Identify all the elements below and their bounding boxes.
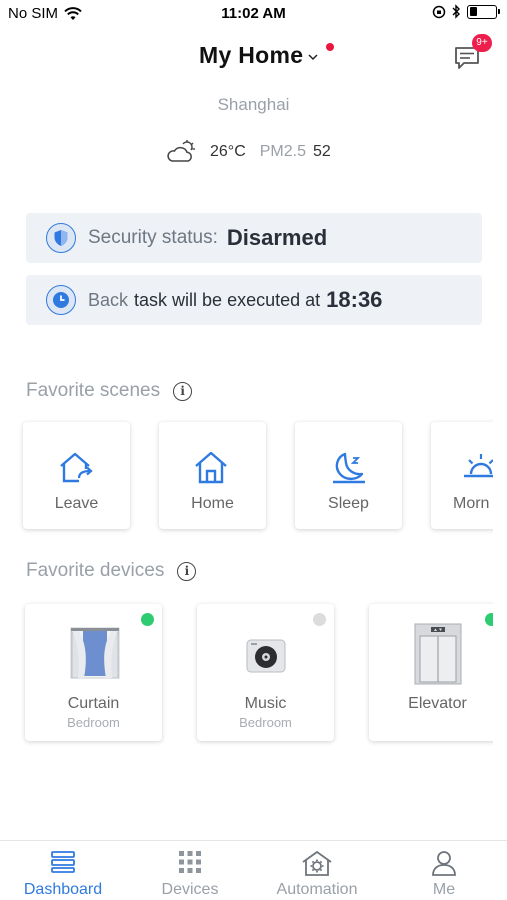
device-name: Elevator	[408, 695, 467, 712]
unread-badge: 9+	[472, 34, 492, 52]
scene-card-morning[interactable]: Morn	[431, 422, 493, 529]
device-room: Bedroom	[67, 715, 120, 730]
info-icon[interactable]: i	[173, 381, 193, 401]
shield-icon	[46, 223, 76, 253]
scene-card-sleep[interactable]: Sleep	[295, 422, 402, 529]
battery-icon	[467, 4, 500, 19]
devices-carousel[interactable]: Curtain Bedroom Music Bedroom Elevator	[0, 596, 493, 752]
sunrise-icon	[464, 454, 493, 478]
tab-dashboard[interactable]: Dashboard	[0, 841, 126, 900]
task-description: task will be executed at	[134, 289, 321, 310]
curtain-icon	[70, 627, 120, 679]
tab-label: Dashboard	[23, 881, 103, 898]
status-dot	[485, 613, 493, 626]
device-room: Bedroom	[239, 715, 292, 730]
home-selector[interactable]: My Home	[199, 42, 318, 69]
favorite-scenes-header: Favorite scenes i	[26, 380, 193, 402]
grid-icon	[179, 851, 201, 873]
dashboard-icon	[51, 851, 75, 873]
home-title: My Home	[199, 42, 304, 68]
task-time: 18:36	[326, 287, 383, 312]
elevator-icon	[414, 623, 462, 685]
moon-icon	[333, 452, 365, 484]
task-mode: Back	[88, 289, 129, 310]
weather-row: 26°C PM2.5 52	[166, 139, 331, 165]
security-status-card[interactable]: Security status: Disarmed	[26, 213, 482, 263]
city-label: Shanghai	[217, 95, 290, 114]
pm-value: 52	[313, 143, 331, 160]
tab-label: Automation	[276, 881, 358, 898]
user-icon	[432, 851, 456, 876]
scene-card-leave[interactable]: Leave	[23, 422, 130, 529]
tab-me[interactable]: Me	[381, 841, 507, 900]
status-dot	[313, 613, 326, 626]
music-player-icon	[246, 639, 286, 673]
scene-label: Sleep	[328, 495, 369, 512]
clock: 11:02 AM	[221, 5, 286, 22]
device-card-curtain[interactable]: Curtain Bedroom	[25, 604, 162, 741]
security-label: Security status:	[88, 227, 218, 248]
status-icons	[432, 4, 500, 19]
tab-bar: Dashboard Devices Automation Me	[0, 840, 507, 900]
messages-button[interactable]: 9+	[452, 34, 492, 74]
scene-label: Morn	[453, 495, 490, 512]
tab-devices[interactable]: Devices	[127, 841, 253, 900]
orientation-lock-icon	[432, 5, 446, 18]
status-dot	[141, 613, 154, 626]
pm-label: PM2.5	[259, 143, 306, 160]
temperature: 26°C	[210, 143, 246, 160]
info-icon[interactable]: i	[177, 561, 197, 581]
partly-cloudy-icon	[167, 140, 195, 162]
device-name: Music	[244, 695, 287, 712]
device-card-music[interactable]: Music Bedroom	[197, 604, 334, 741]
header: My Home 9+	[0, 34, 507, 78]
status-bar: No SIM 11:02 AM	[0, 0, 507, 28]
device-card-elevator[interactable]: Elevator	[369, 604, 493, 741]
device-name: Curtain	[67, 695, 120, 712]
scheduled-task-card[interactable]: Back task will be executed at 18:36	[26, 275, 482, 325]
favorite-devices-header: Favorite devices i	[26, 560, 197, 582]
favorite-scenes-title: Favorite scenes	[26, 380, 161, 401]
tab-label: Devices	[161, 881, 219, 898]
security-value: Disarmed	[226, 225, 328, 250]
notification-dot	[326, 43, 334, 51]
bluetooth-icon	[452, 4, 460, 19]
chevron-down-icon	[308, 54, 318, 61]
favorite-devices-title: Favorite devices	[26, 560, 165, 581]
clock-icon	[46, 285, 76, 315]
scene-label: Leave	[54, 495, 99, 512]
battery-level	[469, 7, 477, 16]
scene-card-home[interactable]: Home	[159, 422, 266, 529]
scenes-carousel[interactable]: Leave Home Sleep Morn	[0, 416, 493, 538]
scene-label: Home	[191, 495, 234, 512]
tab-label: Me	[432, 881, 456, 898]
leave-home-icon	[60, 452, 93, 483]
tab-automation[interactable]: Automation	[254, 841, 380, 900]
automation-icon	[302, 850, 332, 876]
home-icon	[195, 451, 227, 484]
